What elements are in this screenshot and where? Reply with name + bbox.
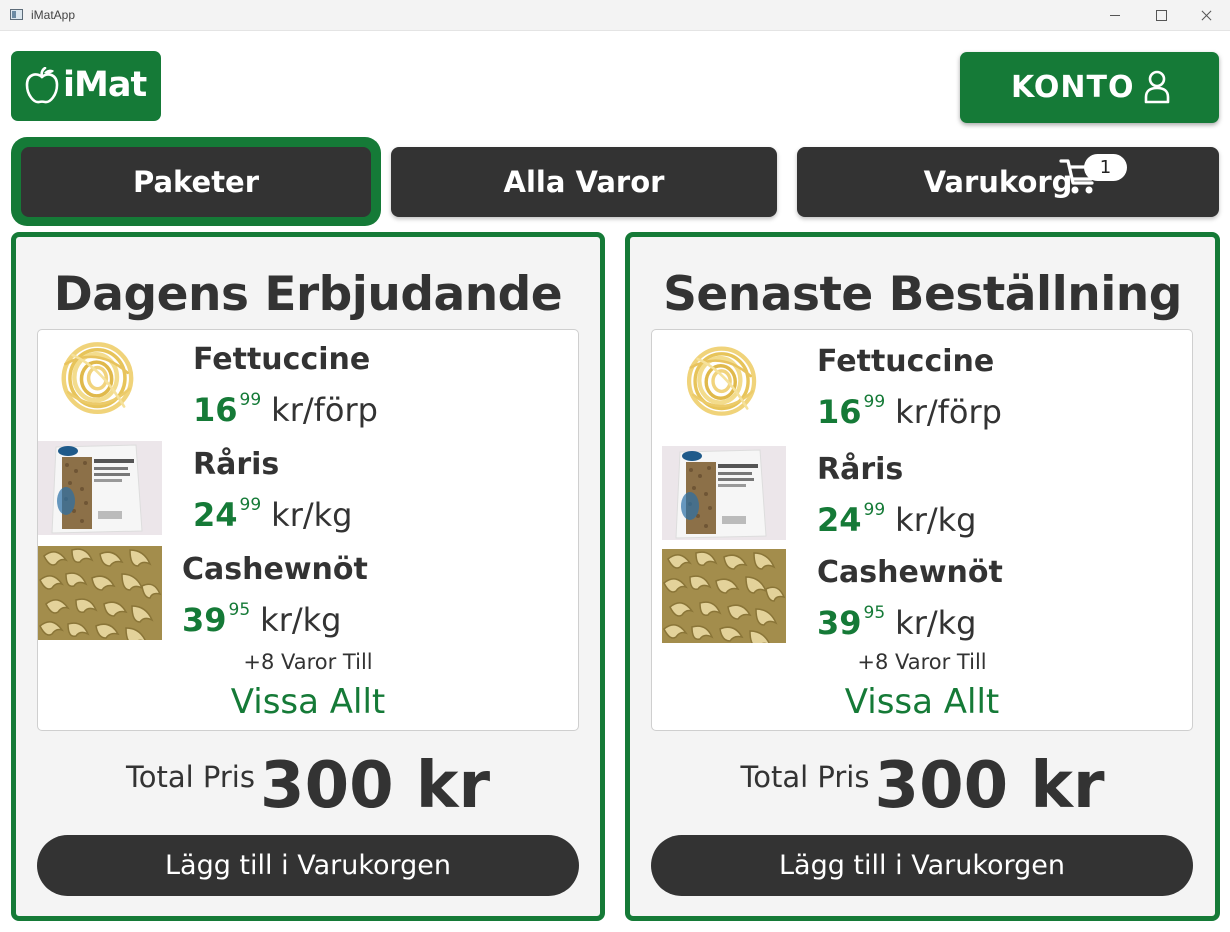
add-to-cart-button[interactable]: Lägg till i Varukorgen: [651, 835, 1193, 896]
account-label: KONTO: [1011, 70, 1135, 105]
cashew-image: [662, 549, 786, 643]
item-name: Cashewnöt: [182, 552, 368, 587]
tab-varukorg[interactable]: Varukorg 1: [797, 147, 1219, 217]
item-name: Råris: [193, 447, 280, 482]
show-all-link[interactable]: Vissa Allt: [38, 682, 578, 722]
item-price: 16 99 kr/förp: [817, 392, 1002, 431]
fettuccine-image: [46, 336, 156, 422]
window-title: iMatApp: [31, 8, 76, 22]
fettuccine-image: [672, 338, 778, 426]
cart-count-badge: 1: [1084, 154, 1127, 181]
item-price: 24 99 kr/kg: [817, 500, 977, 539]
tab-paketer-label: Paketer: [132, 165, 260, 199]
total-price: Total Pris 300 kr: [630, 749, 1215, 823]
show-all-link[interactable]: Vissa Allt: [652, 682, 1192, 722]
maximize-icon[interactable]: [1138, 0, 1184, 31]
imat-logo[interactable]: iMat: [11, 51, 161, 121]
item-price: 16 99 kr/förp: [193, 390, 378, 429]
item-price: 39 95 kr/kg: [817, 603, 977, 642]
item-name: Fettuccine: [817, 344, 995, 379]
tab-varukorg-label: Varukorg: [923, 165, 1073, 199]
close-icon[interactable]: [1184, 0, 1230, 31]
minimize-icon[interactable]: [1092, 0, 1138, 31]
tab-paketer[interactable]: Paketer: [21, 147, 371, 217]
logo-text: iMat: [63, 65, 147, 105]
item-price: 39 95 kr/kg: [182, 600, 342, 639]
apple-icon: [25, 67, 59, 104]
item-price: 24 99 kr/kg: [193, 495, 353, 534]
panel-title: Dagens Erbjudande: [53, 267, 563, 322]
tab-alla-varor[interactable]: Alla Varor: [391, 147, 777, 217]
panel-senaste-bestallning: Senaste Beställning Fettuccine 16 99 kr/fö…: [625, 232, 1220, 921]
account-button[interactable]: KONTO: [960, 52, 1219, 123]
total-price: Total Pris 300 kr: [16, 749, 600, 823]
total-label: Total Pris: [740, 760, 870, 794]
raris-image: [662, 446, 786, 540]
window-titlebar: iMatApp: [0, 0, 1230, 31]
items-list: Fettuccine 16 99 kr/förp Råris 24 99 kr/kg C…: [651, 329, 1193, 731]
cashew-image: [38, 546, 162, 640]
item-name: Fettuccine: [193, 342, 371, 377]
item-name: Råris: [817, 452, 904, 487]
raris-image: [38, 441, 162, 535]
total-amount: 300 kr: [260, 749, 491, 823]
total-label: Total Pris: [125, 760, 255, 794]
total-amount: 300 kr: [874, 749, 1105, 823]
item-name: Cashewnöt: [817, 555, 1003, 590]
add-to-cart-button[interactable]: Lägg till i Varukorgen: [37, 835, 579, 896]
more-items-text: +8 Varor Till: [243, 650, 373, 674]
app-icon: [10, 9, 23, 20]
panel-title: Senaste Beställning: [663, 267, 1182, 322]
items-list: Fettuccine 16 99 kr/förp Råris 24 99 kr/kg C…: [37, 329, 579, 731]
more-items-text: +8 Varor Till: [857, 650, 987, 674]
tab-alla-varor-label: Alla Varor: [503, 165, 665, 199]
user-icon: [1144, 70, 1170, 104]
panel-dagens-erbjudande: Dagens Erbjudande Fettuccine 16 99 kr/förp…: [11, 232, 605, 921]
